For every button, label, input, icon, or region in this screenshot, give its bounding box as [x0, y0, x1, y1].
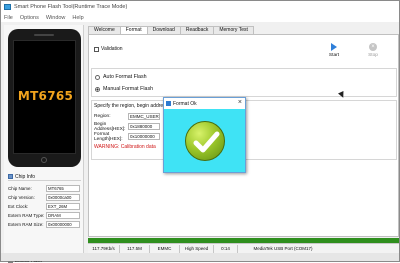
validation-label: Validation — [101, 46, 123, 52]
start-button[interactable]: Start — [327, 43, 341, 58]
format-length-input[interactable]: 0x10000000 — [128, 133, 160, 140]
menu-help[interactable]: Help — [72, 15, 83, 21]
left-panel: MT6765 Chip Info Chip Name: MT6765 Chip … — [4, 25, 84, 263]
menu-bar: File Options Window Help — [1, 13, 399, 22]
ram-size-label: Extern RAM Size: — [8, 222, 44, 227]
status-port: MediaTek USB Port (COM17) — [253, 245, 313, 251]
chip-info-row: Ext Clock: EXT_26M — [8, 203, 81, 210]
phone-chip-label: MT6765 — [17, 89, 74, 103]
status-size: 117.5M — [120, 244, 150, 253]
start-label: Start — [328, 53, 340, 58]
status-speed: 117.79Kb/s — [88, 244, 120, 253]
format-length-label: Format Length[HEX]: — [94, 131, 123, 142]
stop-icon: × — [369, 43, 377, 51]
menu-options[interactable]: Options — [20, 15, 39, 21]
auto-format-radio[interactable]: Auto Format Flash — [95, 74, 147, 80]
manual-format-label: Manual Format Flash — [103, 86, 154, 92]
spec-instruction: Specify the region, begin address — [94, 103, 169, 109]
auto-format-radio-circle[interactable] — [95, 74, 100, 80]
status-bar: 117.79Kb/s 117.5M EMMC High Speed 0:14 M… — [88, 243, 399, 253]
chip-info-title: Chip Info — [15, 173, 36, 180]
menu-window[interactable]: Window — [46, 15, 66, 21]
green-checkmark-icon — [184, 120, 225, 161]
play-icon — [331, 43, 337, 51]
tab-welcome[interactable]: Welcome — [88, 26, 121, 34]
ram-type-label: Extern RAM Type: — [8, 213, 45, 218]
app-icon — [4, 4, 11, 10]
chip-info-row: Chip Name: MT6765 — [8, 185, 81, 192]
phone-screen: MT6765 — [13, 40, 76, 154]
chip-info-row: Extern RAM Size: 0x00000000 — [8, 221, 81, 228]
begin-address-input[interactable]: 0x1880000 — [128, 123, 160, 130]
chip-info-icon — [8, 174, 13, 179]
stop-label: Stop — [368, 53, 378, 58]
chip-name-label: Chip Name: — [8, 186, 32, 191]
format-ok-dialog: Format Ok × — [163, 97, 246, 173]
chip-version-label: Chip Version: — [8, 195, 35, 200]
dialog-app-icon — [166, 101, 171, 106]
begin-address-label: Begin Address[HEX]: — [94, 121, 126, 132]
tab-bar: Welcome Format Download Readback Memory … — [88, 26, 254, 35]
status-usb-speed: High Speed — [180, 244, 214, 253]
chip-info-row: Extern RAM Type: DRAM — [8, 212, 81, 219]
validation-checkbox[interactable]: Validation — [94, 46, 123, 52]
format-options-group: Auto Format Flash Manual Format Flash — [91, 68, 397, 97]
tab-readback[interactable]: Readback — [179, 26, 215, 34]
status-storage: EMMC — [150, 244, 180, 253]
app-window: Smart Phone Flash Tool(Runtime Trace Mod… — [0, 0, 400, 263]
chip-name-value: MT6765 — [46, 185, 80, 192]
region-label: Region: — [94, 114, 111, 119]
ext-clock-value: EXT_26M — [46, 203, 80, 210]
window-title: Smart Phone Flash Tool(Runtime Trace Mod… — [14, 4, 128, 10]
chip-version-value: 0x0000ca00 — [46, 194, 80, 201]
ram-size-value: 0x00000000 — [46, 221, 80, 228]
tab-download[interactable]: Download — [146, 26, 181, 34]
phone-illustration: MT6765 — [8, 29, 81, 167]
auto-format-label: Auto Format Flash — [103, 74, 147, 80]
region-select[interactable]: EMMC_USER — [128, 113, 160, 120]
manual-format-radio-circle[interactable] — [95, 86, 100, 92]
menu-file[interactable]: File — [4, 15, 13, 21]
dialog-close-button[interactable]: × — [238, 99, 242, 106]
stop-button[interactable]: × Stop — [366, 43, 380, 58]
phone-earpiece — [34, 34, 54, 36]
status-time: 0:14 — [214, 244, 238, 253]
dialog-title: Format Ok — [173, 100, 197, 107]
chip-info-header[interactable]: Chip Info — [8, 173, 81, 181]
dialog-title-bar: Format Ok × — [164, 98, 245, 109]
title-bar: Smart Phone Flash Tool(Runtime Trace Mod… — [1, 1, 399, 13]
manual-format-radio[interactable]: Manual Format Flash — [95, 86, 153, 92]
checkmark-icon — [193, 131, 219, 152]
phone-home-button — [41, 157, 47, 163]
chip-info-row: Chip Version: 0x0000ca00 — [8, 194, 81, 201]
tab-memory-test[interactable]: Memory Test — [213, 26, 254, 34]
ram-type-value: DRAM — [46, 212, 80, 219]
dialog-body — [164, 109, 245, 172]
calibration-warning: WARNING: Calibration data — [94, 144, 156, 150]
validation-checkbox-box[interactable] — [94, 46, 99, 52]
bottom-bar — [1, 253, 399, 261]
ext-clock-label: Ext Clock: — [8, 204, 29, 209]
